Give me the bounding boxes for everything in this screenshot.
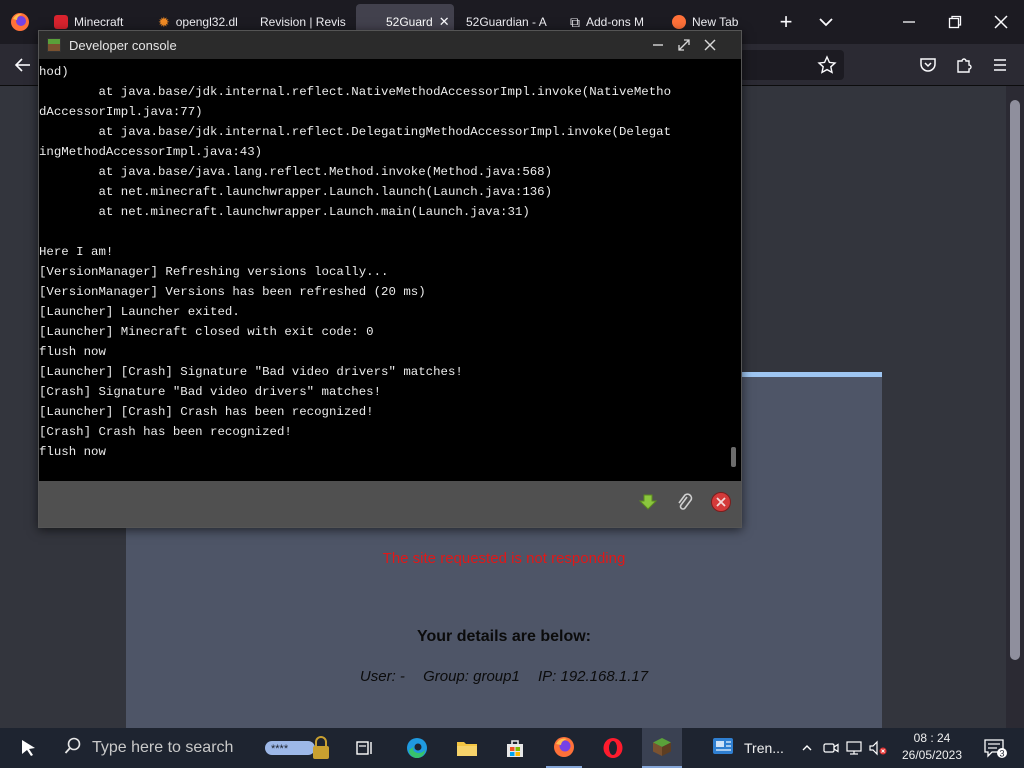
details-row: User: - Group: group1 IP: 192.168.1.17 — [126, 668, 882, 685]
firefox-menu-icon[interactable] — [8, 10, 32, 34]
page-scrollbar-thumb[interactable] — [1010, 100, 1020, 660]
console-log-line: [Launcher] [Crash] Crash has been recogn… — [39, 405, 374, 419]
console-log-line: at java.base/java.lang.reflect.Method.in… — [39, 165, 553, 179]
microsoft-store-icon[interactable] — [498, 728, 532, 768]
console-log-text: hod) at java.base/jdk.internal.reflect.N… — [39, 59, 727, 462]
console-minimize-icon[interactable] — [648, 35, 668, 55]
puzzle-icon: ⧉ — [570, 13, 580, 30]
tab-label: 52Guardian - A — [466, 15, 547, 29]
news-label: Tren... — [744, 740, 784, 756]
search-icon — [64, 737, 82, 760]
paperclip-icon[interactable] — [673, 491, 695, 513]
tab-label: 52Guard — [386, 15, 433, 29]
minecraft-launcher-icon[interactable] — [642, 728, 682, 768]
firefox-taskbar-icon[interactable] — [546, 728, 582, 768]
svg-text:****: **** — [271, 743, 289, 755]
tray-chevron-up-icon[interactable] — [798, 728, 816, 768]
console-log-line: [VersionManager] Refreshing versions loc… — [39, 265, 389, 279]
console-scrollbar[interactable] — [727, 59, 741, 481]
file-explorer-icon[interactable] — [450, 728, 484, 768]
console-log-line: flush now — [39, 445, 106, 459]
user-value: User: - — [359, 668, 405, 685]
console-footer — [39, 481, 741, 527]
taskbar-search-box[interactable]: Type here to search — [54, 728, 254, 768]
pocket-icon[interactable] — [917, 54, 939, 76]
stop-close-circle-icon[interactable] — [710, 491, 732, 513]
console-title-bar[interactable]: Developer console — [39, 31, 741, 59]
network-icon[interactable] — [844, 728, 864, 768]
clock-time: 08 : 24 — [913, 731, 951, 745]
volume-muted-icon[interactable] — [868, 728, 888, 768]
password-lock-icon[interactable]: **** — [262, 728, 334, 768]
console-log-line: [Crash] Signature "Bad video drivers" ma… — [39, 385, 382, 399]
fandom-icon — [54, 15, 68, 29]
edge-icon[interactable] — [400, 728, 434, 768]
gear-icon: ✹ — [158, 13, 170, 30]
panel-accent-bar — [740, 372, 882, 377]
console-log-line: hod) — [39, 65, 69, 79]
console-close-icon[interactable] — [700, 35, 720, 55]
new-tab-plus-icon[interactable]: + — [774, 10, 798, 34]
news-icon — [712, 736, 736, 761]
console-log-line: at java.base/jdk.internal.reflect.Delega… — [39, 125, 672, 139]
screen: Minecraft ✹ opengl32.dl Revision | Revis… — [0, 0, 1024, 768]
clock-date: 26/05/2023 — [901, 748, 963, 762]
news-widget[interactable]: Tren... — [712, 728, 792, 768]
console-log-line: [VersionManager] Versions has been refre… — [39, 285, 426, 299]
hamburger-menu-icon[interactable] — [989, 54, 1011, 76]
console-log-line: dAccessorImpl.java:77) — [39, 105, 203, 119]
search-placeholder: Type here to search — [92, 739, 234, 756]
notifications-icon[interactable]: 3 — [980, 728, 1010, 768]
close-tab-icon[interactable]: ✕ — [439, 14, 450, 30]
clock[interactable]: 08 : 24 26/05/2023 — [890, 730, 974, 764]
tab-label: Add-ons M — [586, 15, 645, 29]
ip-value: IP: 192.168.1.17 — [537, 668, 649, 685]
console-log-line: at java.base/jdk.internal.reflect.Native… — [39, 85, 672, 99]
tab-label: opengl32.dl — [175, 15, 238, 29]
tab-label: New Tab — [692, 15, 739, 29]
console-log-line: ingMethodAccessorImpl.java:43) — [39, 145, 263, 159]
console-log-line: Here I am! — [39, 245, 114, 259]
bookmark-star-icon[interactable] — [816, 54, 838, 76]
console-log-line: [Launcher] [Crash] Signature "Bad video … — [39, 365, 463, 379]
extensions-puzzle-icon[interactable] — [953, 54, 975, 76]
console-log-line: [Launcher] Minecraft closed with exit co… — [39, 325, 374, 339]
console-log-line: at net.minecraft.launchwrapper.Launch.la… — [39, 185, 553, 199]
tab-label: Minecraft — [74, 15, 124, 29]
console-log-line: [Launcher] Launcher exited. — [39, 305, 240, 319]
back-arrow-icon[interactable] — [12, 54, 34, 76]
console-log-line: flush now — [39, 345, 106, 359]
console-log-line: at net.minecraft.launchwrapper.Launch.ma… — [39, 205, 530, 219]
task-view-icon[interactable] — [350, 728, 380, 768]
error-message: The site requested is not responding — [382, 550, 626, 567]
minimize-window-icon[interactable] — [886, 0, 932, 44]
tab-label: Revision | Revis — [260, 15, 346, 29]
details-heading: Your details are below: — [417, 628, 591, 645]
camera-icon[interactable] — [822, 728, 840, 768]
notification-count: 3 — [1000, 749, 1005, 759]
console-scrollbar-thumb[interactable] — [731, 447, 736, 467]
group-value: Group: group1 — [423, 668, 520, 685]
download-arrow-icon[interactable] — [637, 491, 659, 513]
console-maximize-icon[interactable] — [674, 35, 694, 55]
console-log-output[interactable]: hod) at java.base/jdk.internal.reflect.N… — [39, 59, 727, 481]
list-tabs-chevron-down-icon[interactable] — [814, 10, 838, 34]
developer-console-window: Developer console hod) at java.base/jdk.… — [38, 30, 742, 528]
console-log-line: [Crash] Crash has been recognized! — [39, 425, 292, 439]
firefox-icon — [672, 15, 686, 29]
windows-taskbar: Type here to search **** Tren... 08: 24… — [0, 728, 1024, 768]
opera-icon[interactable] — [596, 728, 630, 768]
start-icon[interactable] — [10, 728, 46, 768]
close-window-icon[interactable] — [978, 0, 1024, 44]
grass-block-icon — [47, 38, 61, 52]
console-title: Developer console — [69, 37, 177, 53]
restore-window-icon[interactable] — [932, 0, 978, 44]
